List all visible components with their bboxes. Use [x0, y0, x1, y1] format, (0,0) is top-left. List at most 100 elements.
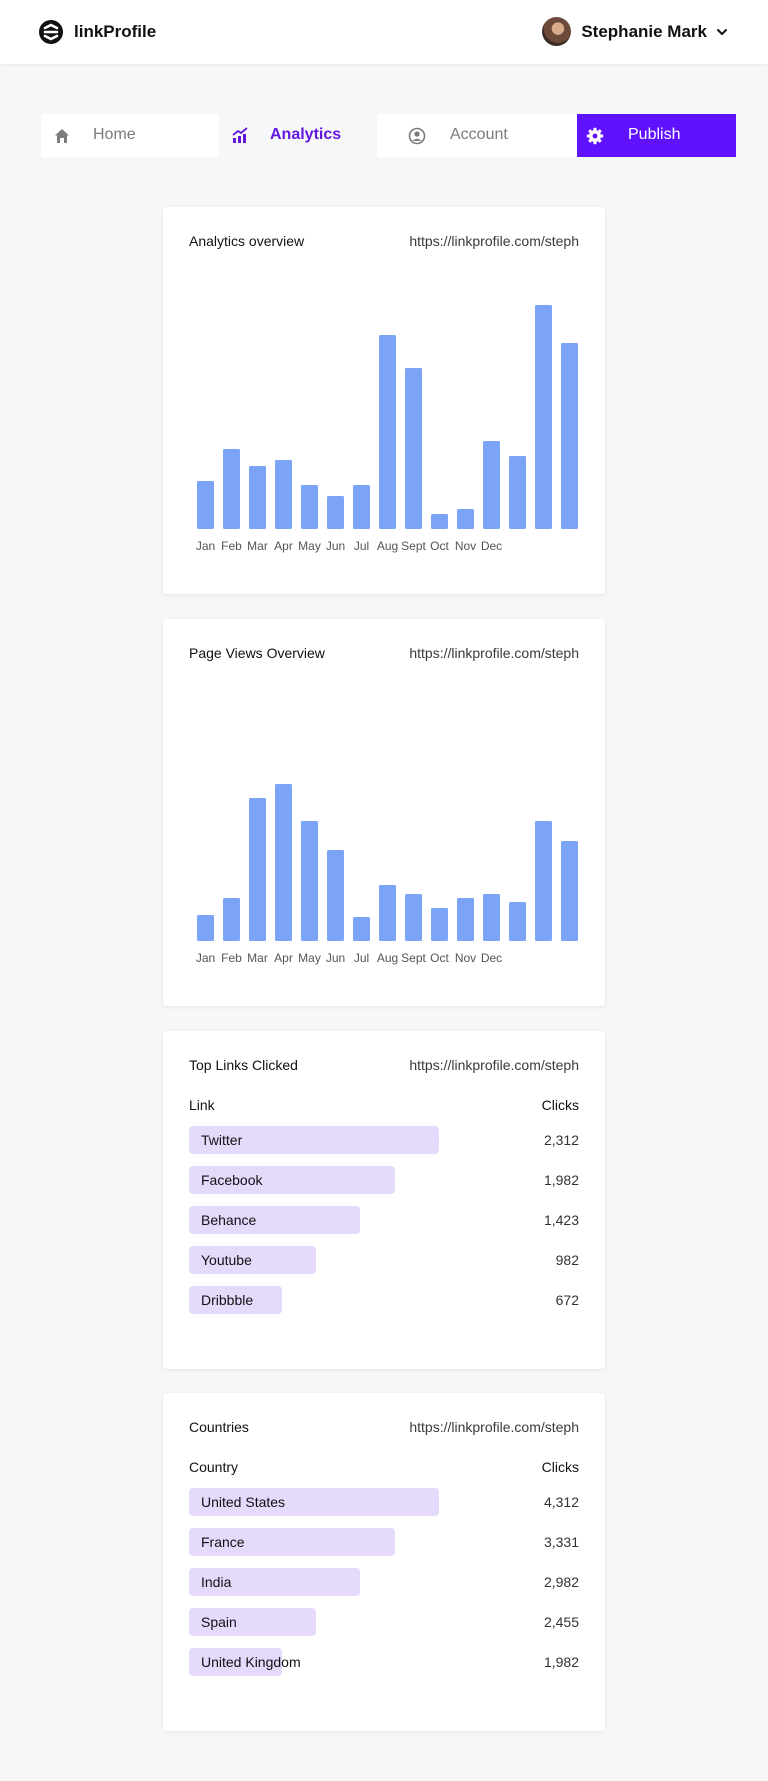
chart-bar [249, 466, 266, 529]
x-tick-label: Apr [274, 539, 293, 553]
country-name: United States [201, 1494, 286, 1510]
top-links-card: Top Links Clicked https://linkprofile.co… [163, 1031, 605, 1369]
x-tick-label: Apr [274, 951, 293, 965]
chart-bar [249, 798, 266, 941]
nav-account-label: Account [450, 126, 508, 143]
click-count: 1,982 [543, 1654, 579, 1670]
country-name: United Kingdom [201, 1654, 301, 1670]
list-item[interactable]: India 2,982 [189, 1568, 579, 1596]
list-item[interactable]: Twitter 2,312 [189, 1126, 579, 1154]
chart-bar [457, 509, 474, 529]
publish-button[interactable]: Publish [577, 114, 736, 157]
link-name: Twitter [201, 1132, 243, 1148]
linkprofile-logo-icon [39, 20, 63, 44]
list-item[interactable]: United Kingdom 1,982 [189, 1648, 579, 1676]
click-count: 3,331 [543, 1534, 579, 1550]
nav-analytics[interactable]: Analytics [219, 114, 377, 157]
chart-bar [275, 784, 292, 941]
chart-bar [301, 821, 318, 941]
click-count: 1,982 [543, 1172, 579, 1188]
x-tick-label: May [298, 951, 321, 965]
country-name: Spain [201, 1614, 237, 1630]
chart-bar [509, 456, 526, 529]
x-tick-label: Oct [430, 951, 449, 965]
column-header-country: Country [189, 1459, 239, 1475]
chevron-down-icon[interactable] [716, 26, 728, 38]
card-title: Countries [189, 1419, 249, 1435]
x-tick-label: Dec [481, 951, 502, 965]
list-item[interactable]: Facebook 1,982 [189, 1166, 579, 1194]
click-count: 2,312 [543, 1132, 579, 1148]
chart-bar [353, 485, 370, 529]
x-tick-label: Sept [401, 539, 426, 553]
country-name: France [201, 1534, 245, 1550]
profile-url-link[interactable]: https://linkprofile.com/steph [409, 1419, 579, 1435]
nav-analytics-label: Analytics [270, 126, 342, 143]
chart-bar [535, 305, 552, 529]
list-item[interactable]: Youtube 982 [189, 1246, 579, 1274]
list-item[interactable]: France 3,331 [189, 1528, 579, 1556]
nav-home-label: Home [93, 126, 136, 143]
column-header-clicks: Clicks [541, 1097, 579, 1113]
chart-bar [561, 343, 578, 529]
list-item[interactable]: Spain 2,455 [189, 1608, 579, 1636]
analytics-icon [232, 127, 248, 143]
chart-bar [275, 460, 292, 529]
nav-account[interactable]: Account [377, 114, 577, 157]
chart-bar [431, 908, 448, 941]
x-tick-label: Jul [354, 951, 369, 965]
country-name: India [201, 1574, 232, 1590]
x-tick-label: Feb [221, 951, 242, 965]
x-tick-label: Nov [455, 951, 476, 965]
chart-bar [405, 368, 422, 529]
countries-card: Countries https://linkprofile.com/steph … [163, 1393, 605, 1731]
list-item[interactable]: Dribbble 672 [189, 1286, 579, 1314]
user-menu[interactable]: Stephanie Mark [542, 17, 728, 46]
x-tick-label: Aug [377, 951, 398, 965]
profile-url-link[interactable]: https://linkprofile.com/steph [409, 1057, 579, 1073]
chart-bar [535, 821, 552, 941]
analytics-overview-card: Analytics overview https://linkprofile.c… [163, 207, 605, 594]
column-header-link: Link [189, 1097, 215, 1113]
chart-bar [483, 441, 500, 529]
nav-home[interactable]: Home [41, 114, 219, 157]
avatar[interactable] [542, 17, 572, 46]
top-bar: linkProfile Stephanie Mark [0, 0, 768, 64]
click-count: 2,982 [543, 1574, 579, 1590]
click-count: 672 [555, 1292, 579, 1308]
publish-label: Publish [628, 126, 681, 143]
click-count: 2,455 [543, 1614, 579, 1630]
column-header-clicks: Clicks [541, 1459, 579, 1475]
chart-bar [223, 449, 240, 529]
chart-bar [353, 917, 370, 941]
chart-bar [223, 898, 240, 941]
app-name: linkProfile [74, 22, 157, 41]
click-count: 982 [555, 1252, 579, 1268]
list-item[interactable]: United States 4,312 [189, 1488, 579, 1516]
x-tick-label: Jun [326, 951, 345, 965]
link-name: Youtube [201, 1252, 252, 1268]
chart-bar [483, 894, 500, 941]
x-tick-label: Jan [196, 539, 215, 553]
x-tick-label: Mar [247, 539, 268, 553]
link-name: Dribbble [201, 1292, 254, 1308]
user-name: Stephanie Mark [581, 21, 707, 41]
x-tick-label: Nov [455, 539, 476, 553]
page-views-bar-chart: Jan Feb Mar Apr May Jun Jul Aug Sept Oct Nov Dec [196, 784, 578, 965]
chart-bar [327, 496, 344, 529]
card-title: Top Links Clicked [189, 1057, 298, 1073]
x-tick-label: Mar [247, 951, 268, 965]
chart-bar [379, 335, 396, 529]
x-tick-label: Aug [377, 539, 398, 553]
link-name: Facebook [201, 1172, 263, 1188]
chart-bar [431, 514, 448, 529]
link-name: Behance [201, 1212, 257, 1228]
x-tick-label: Feb [221, 539, 242, 553]
home-icon [55, 129, 69, 143]
page-views-card: Page Views Overview https://linkprofile.… [163, 619, 605, 1006]
chart-bar [197, 915, 214, 941]
gear-icon [586, 127, 604, 145]
logo[interactable]: linkProfile [38, 19, 156, 45]
x-tick-label: Dec [481, 539, 502, 553]
list-item[interactable]: Behance 1,423 [189, 1206, 579, 1234]
